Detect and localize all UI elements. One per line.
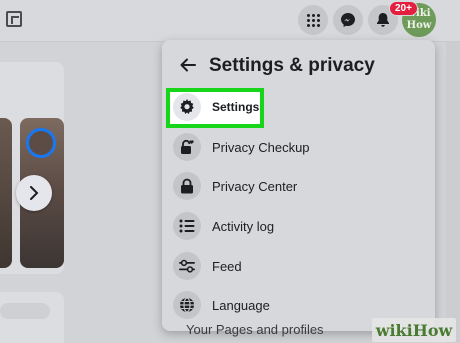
menu-item-privacy-center[interactable]: Privacy Center (170, 169, 420, 203)
list-icon (173, 212, 201, 240)
sliders-icon (173, 252, 201, 280)
menu-item-label: Language (212, 297, 270, 313)
story-thumbnail[interactable] (0, 118, 12, 268)
avatar-text-how: How (406, 20, 432, 31)
menu-item-label: Activity log (212, 218, 275, 234)
menu-item-privacy-checkup[interactable]: Privacy Checkup (170, 130, 420, 164)
menu-item-label: Settings (212, 100, 260, 114)
globe-icon (173, 291, 201, 319)
bell-icon (377, 13, 389, 27)
menu-item-label: Privacy Center (212, 178, 298, 194)
menu-title: Settings & privacy (209, 55, 375, 76)
top-navigation-bar: 20+ wiki How (0, 0, 460, 42)
menu-item-activity-log[interactable]: Activity log (170, 209, 420, 243)
chevron-right-icon (30, 186, 39, 200)
lock-icon (173, 172, 201, 200)
app-logo-icon[interactable] (6, 11, 22, 27)
menu-item-label: Feed (212, 258, 242, 274)
arrow-left-icon (180, 58, 196, 72)
wikihow-watermark: wikiHow (372, 318, 456, 342)
stories-next-button[interactable] (16, 175, 52, 211)
menu-item-settings[interactable]: Settings (170, 90, 420, 124)
menu-item-label: Privacy Checkup (212, 139, 310, 155)
story-avatar (26, 128, 56, 158)
messenger-button[interactable] (333, 5, 363, 35)
notification-count-badge: 20+ (389, 1, 418, 16)
grid-icon (306, 13, 320, 27)
gear-icon (173, 93, 201, 121)
menu-item-language[interactable]: Language (170, 288, 420, 322)
your-pages-heading: Your Pages and profiles (186, 322, 324, 337)
menu-header: Settings & privacy (162, 40, 435, 90)
messenger-icon (341, 13, 355, 27)
right-sidebar (446, 42, 460, 343)
composer-input[interactable] (0, 303, 50, 319)
lock-heart-icon (173, 133, 201, 161)
back-button[interactable] (176, 53, 200, 77)
menu-grid-button[interactable] (298, 5, 328, 35)
menu-item-feed[interactable]: Feed (170, 249, 420, 283)
